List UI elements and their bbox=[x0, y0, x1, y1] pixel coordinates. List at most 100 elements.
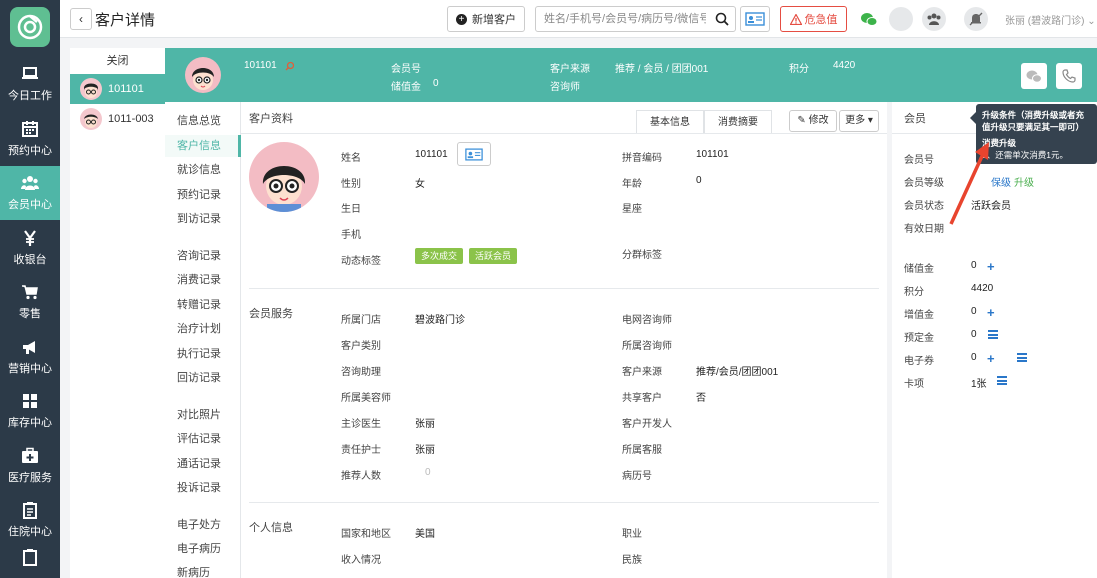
record-no-label: 病历号 bbox=[622, 471, 652, 482]
team-button[interactable] bbox=[922, 7, 946, 31]
sidenav-execution-records[interactable]: 执行记录 bbox=[165, 343, 241, 365]
sidenav-assessment-records[interactable]: 评估记录 bbox=[165, 428, 241, 450]
notification-button[interactable] bbox=[964, 7, 988, 31]
sidenav-visit-info[interactable]: 就诊信息 bbox=[165, 159, 241, 181]
customer-tabs: 关闭 101101 1011-003 bbox=[70, 48, 165, 578]
card-list-icon[interactable] bbox=[997, 376, 1007, 385]
add-coupon-icon[interactable]: + bbox=[987, 352, 995, 365]
search-icon[interactable] bbox=[285, 61, 295, 71]
tele-consultant-label: 电网咨询师 bbox=[622, 315, 672, 326]
nav-cashier[interactable]: 收银台 bbox=[0, 221, 60, 275]
new-customer-button[interactable]: + 新增客户 bbox=[447, 6, 525, 32]
deposit-list-icon[interactable] bbox=[988, 330, 998, 339]
medkit-icon bbox=[22, 447, 38, 463]
deposit-label: 预定金 bbox=[904, 333, 934, 344]
points-value: 4420 bbox=[971, 283, 994, 294]
edit-button[interactable]: ✎ 修改 bbox=[789, 110, 837, 132]
nav-label: 会员中心 bbox=[8, 199, 52, 211]
nav-today-work[interactable]: 今日工作 bbox=[0, 57, 60, 111]
wechat-icon bbox=[861, 12, 878, 26]
pencil-icon: ✎ bbox=[797, 115, 806, 126]
current-user[interactable]: 张丽 (碧波路门诊) ⌄ bbox=[1005, 12, 1096, 27]
grid-icon bbox=[23, 394, 37, 408]
consultant-label: 所属咨询师 bbox=[622, 341, 672, 352]
gender-value: 女 bbox=[415, 179, 425, 190]
critical-value-button[interactable]: 危急值 bbox=[780, 6, 847, 32]
sidenav-transfer-records[interactable]: 转赠记录 bbox=[165, 294, 241, 316]
job-label: 职业 bbox=[622, 529, 642, 540]
gender-label: 性别 bbox=[341, 179, 361, 190]
sidenav-new-medical-record[interactable]: 新病历 bbox=[165, 562, 241, 578]
profile-section-title: 客户资料 bbox=[249, 113, 293, 125]
sidenav-appointments[interactable]: 预约记录 bbox=[165, 184, 241, 206]
users-icon bbox=[21, 176, 39, 190]
nav-appointment-center[interactable]: 预约中心 bbox=[0, 112, 60, 166]
add-bonus-icon[interactable]: + bbox=[987, 306, 995, 319]
wechat-chat-button[interactable] bbox=[1021, 63, 1047, 89]
sidenav-e-prescription[interactable]: 电子处方 bbox=[165, 514, 241, 536]
chat-icon bbox=[1026, 70, 1042, 83]
customer-tab[interactable]: 1011-003 bbox=[70, 104, 165, 134]
sidenav-customer-info[interactable]: 客户信息 bbox=[165, 135, 241, 157]
search-icon[interactable] bbox=[715, 12, 729, 26]
avatar bbox=[80, 78, 102, 100]
nav-medical-service[interactable]: 医疗服务 bbox=[0, 439, 60, 493]
sidenav-treatment-plan[interactable]: 治疗计划 bbox=[165, 318, 241, 340]
back-button[interactable]: ‹ bbox=[70, 8, 92, 30]
nav-retail[interactable]: 零售 bbox=[0, 275, 60, 329]
sidenav-consumption-records[interactable]: 消费记录 bbox=[165, 269, 241, 291]
nav-marketing-center[interactable]: 营销中心 bbox=[0, 330, 60, 384]
sidenav-complaint-records[interactable]: 投诉记录 bbox=[165, 477, 241, 499]
tab-basic-info[interactable]: 基本信息 bbox=[636, 110, 704, 134]
points-label: 积分 bbox=[789, 64, 809, 75]
bonus-value: 0 bbox=[971, 306, 977, 317]
country-label: 国家和地区 bbox=[341, 529, 391, 540]
upgrade-link[interactable]: 升级 bbox=[1014, 174, 1034, 189]
nav-inventory-center[interactable]: 库存中心 bbox=[0, 384, 60, 438]
sidenav-call-records[interactable]: 通话记录 bbox=[165, 453, 241, 475]
group-tag-label: 分群标签 bbox=[622, 250, 662, 261]
tooltip-title: 升级条件（消费升级或者充值升级只要满足其一即可） bbox=[982, 110, 1085, 132]
coupon-list-icon[interactable] bbox=[1017, 353, 1027, 362]
customer-tab[interactable]: 101101 bbox=[70, 74, 165, 104]
points-value: 4420 bbox=[833, 60, 856, 71]
expiry-label: 有效日期 bbox=[904, 224, 944, 235]
id-card-icon bbox=[745, 12, 765, 26]
source-label: 客户来源 bbox=[550, 64, 590, 75]
sidenav-consult-records[interactable]: 咨询记录 bbox=[165, 245, 241, 267]
read-card-button[interactable] bbox=[740, 6, 770, 32]
wechat-button[interactable] bbox=[857, 7, 881, 31]
search-input[interactable] bbox=[536, 7, 706, 31]
sidenav-visit-records[interactable]: 到访记录 bbox=[165, 208, 241, 230]
app-logo[interactable] bbox=[10, 7, 50, 47]
nav-member-center[interactable]: 会员中心 bbox=[0, 166, 60, 220]
more-button[interactable]: 更多 ▾ bbox=[839, 110, 879, 132]
close-tabs-button[interactable]: 关闭 bbox=[70, 48, 165, 74]
nav-inpatient-center[interactable]: 住院中心 bbox=[0, 493, 60, 547]
main-sidebar: 今日工作 预约中心 会员中心 收银台 零售 营销中心 库存中心 医疗服务 住院中… bbox=[0, 0, 60, 578]
age-label: 年龄 bbox=[622, 179, 642, 190]
call-button[interactable] bbox=[1056, 63, 1082, 89]
cart-icon bbox=[22, 285, 38, 300]
tab-consumption-summary[interactable]: 消费摘要 bbox=[704, 110, 772, 134]
points-label: 积分 bbox=[904, 287, 924, 298]
search-box bbox=[535, 6, 736, 32]
nav-more[interactable] bbox=[0, 548, 60, 578]
nav-label: 医疗服务 bbox=[8, 472, 52, 484]
shared-value: 否 bbox=[696, 393, 706, 404]
sidenav-e-medical-record[interactable]: 电子病历 bbox=[165, 538, 241, 560]
nurse-value: 张丽 bbox=[415, 445, 435, 456]
sidenav-compare-photos[interactable]: 对比照片 bbox=[165, 404, 241, 426]
developer-label: 客户开发人 bbox=[622, 419, 672, 430]
yen-icon bbox=[24, 230, 36, 246]
member-no-label: 会员号 bbox=[904, 155, 934, 166]
divider bbox=[241, 133, 887, 134]
warning-icon bbox=[789, 13, 802, 25]
sidenav-followup-records[interactable]: 回访记录 bbox=[165, 367, 241, 389]
chevron-down-icon: ⌄ bbox=[1087, 16, 1096, 27]
avatar-button[interactable] bbox=[889, 7, 913, 31]
sidenav-overview[interactable]: 信息总览 bbox=[165, 110, 241, 132]
doctor-value: 张丽 bbox=[415, 419, 435, 430]
add-stored-icon[interactable]: + bbox=[987, 260, 995, 273]
read-id-card-button[interactable] bbox=[457, 142, 491, 166]
